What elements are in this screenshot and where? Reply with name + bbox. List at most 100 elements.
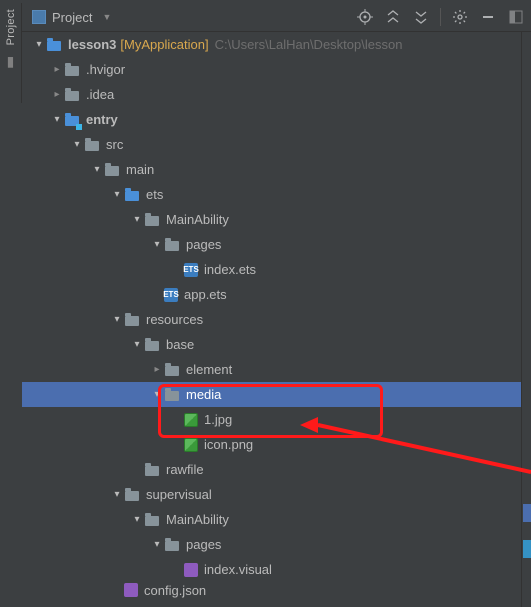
tree-row[interactable]: rawfile bbox=[22, 457, 521, 482]
chevron-down-icon[interactable] bbox=[130, 514, 144, 525]
locate-icon[interactable] bbox=[356, 8, 374, 26]
tree-row[interactable]: pages bbox=[22, 232, 521, 257]
tree-item-label: 1.jpg bbox=[204, 412, 232, 427]
tree-row[interactable]: 1.jpg bbox=[22, 407, 521, 432]
tree-row[interactable]: config.json bbox=[22, 582, 521, 598]
chevron-down-icon[interactable] bbox=[150, 539, 164, 550]
tool-window-tab[interactable]: Project ▮ bbox=[0, 3, 22, 103]
folder-icon bbox=[124, 187, 140, 203]
tree-item-label: resources bbox=[146, 312, 203, 327]
tree-item-label: app.ets bbox=[184, 287, 227, 302]
folder-icon bbox=[144, 512, 160, 528]
tree-item-label: lesson3 bbox=[68, 37, 116, 52]
gutter-marker[interactable] bbox=[523, 504, 531, 522]
tree-row[interactable]: entry bbox=[22, 107, 521, 132]
chevron-right-icon[interactable] bbox=[50, 64, 64, 75]
tree-item-label: index.visual bbox=[204, 562, 272, 577]
tree-item-label: entry bbox=[86, 112, 118, 127]
file-ets-icon: ETS bbox=[184, 263, 198, 277]
tree-row[interactable]: icon.png bbox=[22, 432, 521, 457]
tree-row[interactable]: supervisual bbox=[22, 482, 521, 507]
folder-icon bbox=[64, 112, 80, 128]
folder-icon bbox=[64, 62, 80, 78]
chevron-down-icon[interactable] bbox=[70, 139, 84, 150]
project-path-label: C:\Users\LalHan\Desktop\lesson bbox=[215, 37, 403, 52]
tree-item-label: MainAbility bbox=[166, 212, 229, 227]
tree-row[interactable]: ETS index.ets bbox=[22, 257, 521, 282]
chevron-down-icon[interactable] bbox=[150, 389, 164, 400]
tool-window-label: Project bbox=[5, 9, 17, 45]
tree-item-label: rawfile bbox=[166, 462, 204, 477]
chevron-down-icon[interactable] bbox=[32, 39, 46, 50]
folder-icon bbox=[104, 162, 120, 178]
collapse-all-icon[interactable] bbox=[412, 8, 430, 26]
chevron-down-icon[interactable]: ▼ bbox=[102, 12, 111, 22]
folder-icon bbox=[124, 487, 140, 503]
expand-all-icon[interactable] bbox=[384, 8, 402, 26]
tree-item-label: main bbox=[126, 162, 154, 177]
file-img-icon bbox=[184, 413, 198, 427]
folder-icon bbox=[144, 212, 160, 228]
chevron-right-icon[interactable] bbox=[50, 89, 64, 100]
folder-icon bbox=[84, 137, 100, 153]
tree-item-label: pages bbox=[186, 237, 221, 252]
toolbar-divider bbox=[440, 8, 441, 26]
folder-icon bbox=[164, 387, 180, 403]
tree-row[interactable]: ETS app.ets bbox=[22, 282, 521, 307]
tree-item-label: base bbox=[166, 337, 194, 352]
tree-row[interactable]: main bbox=[22, 157, 521, 182]
file-ets-icon: ETS bbox=[164, 288, 178, 302]
tree-item-label: index.ets bbox=[204, 262, 256, 277]
tree-row[interactable]: src bbox=[22, 132, 521, 157]
chevron-down-icon[interactable] bbox=[130, 339, 144, 350]
folder-icon bbox=[164, 237, 180, 253]
chevron-down-icon[interactable] bbox=[130, 214, 144, 225]
tree-row[interactable]: element bbox=[22, 357, 521, 382]
chevron-down-icon[interactable] bbox=[110, 314, 124, 325]
tree-row[interactable]: resources bbox=[22, 307, 521, 332]
chevron-down-icon[interactable] bbox=[110, 189, 124, 200]
file-visual-icon bbox=[184, 563, 198, 577]
file-img-icon bbox=[184, 438, 198, 452]
tree-row[interactable]: MainAbility bbox=[22, 507, 521, 532]
tree-row[interactable]: media bbox=[22, 382, 521, 407]
chevron-down-icon[interactable] bbox=[150, 239, 164, 250]
tree-item-label: pages bbox=[186, 537, 221, 552]
folder-icon bbox=[46, 37, 62, 53]
chevron-right-icon[interactable] bbox=[150, 364, 164, 375]
folder-icon: ▮ bbox=[7, 53, 15, 70]
chevron-down-icon[interactable] bbox=[90, 164, 104, 175]
folder-icon bbox=[164, 537, 180, 553]
hide-icon[interactable] bbox=[479, 8, 497, 26]
module-badge-icon bbox=[76, 124, 82, 130]
tree-row[interactable]: index.visual bbox=[22, 557, 521, 582]
folder-icon bbox=[124, 312, 140, 328]
file-visual-icon bbox=[124, 583, 138, 597]
tree-item-label: media bbox=[186, 387, 221, 402]
project-view-icon bbox=[32, 10, 46, 24]
tree-row[interactable]: lesson3 [MyApplication] C:\Users\LalHan\D… bbox=[22, 32, 521, 57]
gutter-marker[interactable] bbox=[523, 540, 531, 558]
tree-item-label: supervisual bbox=[146, 487, 212, 502]
project-view-label[interactable]: Project bbox=[52, 10, 92, 25]
project-tree[interactable]: lesson3 [MyApplication] C:\Users\LalHan\D… bbox=[22, 32, 521, 607]
right-gutter bbox=[521, 32, 531, 607]
chevron-down-icon[interactable] bbox=[110, 489, 124, 500]
folder-icon bbox=[144, 337, 160, 353]
tree-item-label: .idea bbox=[86, 87, 114, 102]
project-bracket-label: [MyApplication] bbox=[120, 37, 208, 52]
gear-icon[interactable] bbox=[451, 8, 469, 26]
tree-row[interactable]: MainAbility bbox=[22, 207, 521, 232]
tree-row[interactable]: .idea bbox=[22, 82, 521, 107]
tree-item-label: .hvigor bbox=[86, 62, 125, 77]
tree-row[interactable]: .hvigor bbox=[22, 57, 521, 82]
tree-row[interactable]: base bbox=[22, 332, 521, 357]
chevron-down-icon[interactable] bbox=[50, 114, 64, 125]
tree-row[interactable]: pages bbox=[22, 532, 521, 557]
project-toolbar: Project ▼ bbox=[0, 3, 531, 32]
tree-row[interactable]: ets bbox=[22, 182, 521, 207]
folder-icon bbox=[144, 462, 160, 478]
tree-item-label: element bbox=[186, 362, 232, 377]
dock-icon[interactable] bbox=[507, 8, 525, 26]
tree-item-label: icon.png bbox=[204, 437, 253, 452]
